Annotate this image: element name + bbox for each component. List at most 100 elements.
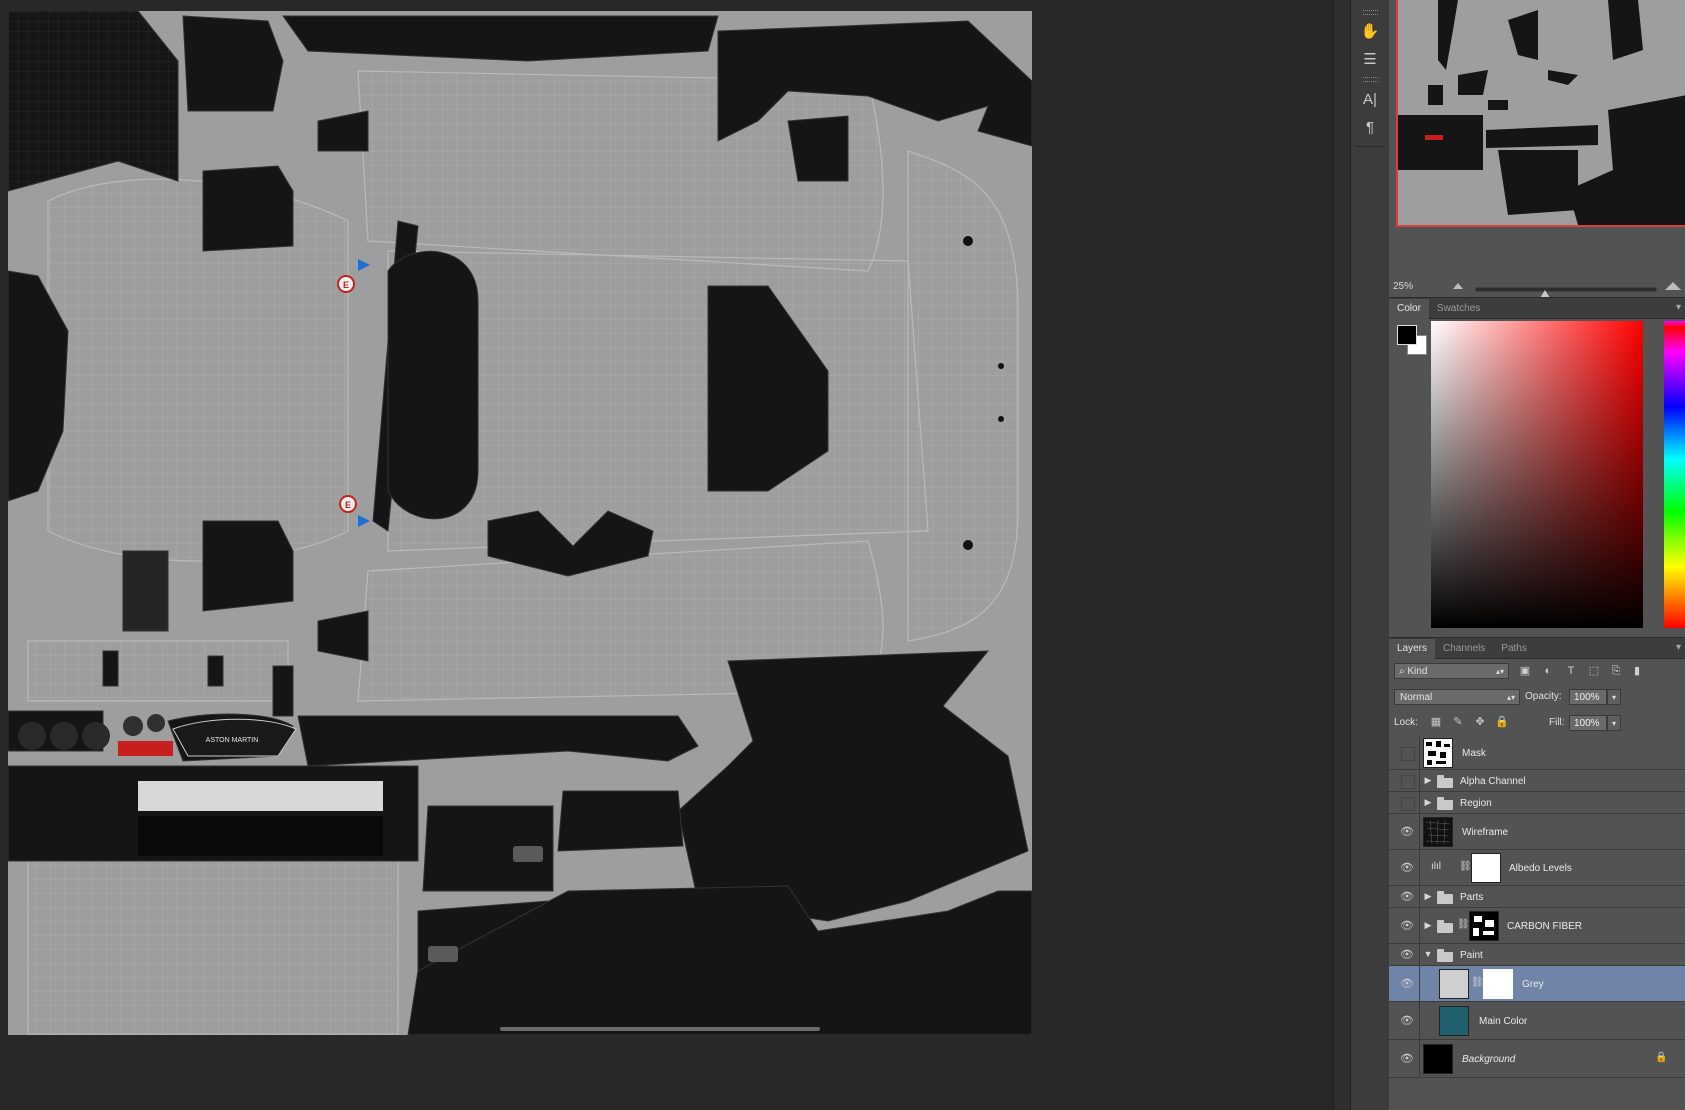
color-panel: Color Swatches ▾ bbox=[1389, 297, 1685, 637]
right-panels: 25% Color Swatches ▾ Layers Channels Paths … bbox=[1389, 0, 1685, 1110]
adjustment-filter-icon[interactable]: ◐ bbox=[1540, 663, 1556, 679]
layer-name: Wireframe bbox=[1462, 827, 1509, 838]
opacity-input[interactable]: 100% bbox=[1569, 689, 1607, 705]
layer-row-wireframe[interactable]: 👁 Wireframe bbox=[1389, 814, 1685, 850]
paragraph-icon[interactable]: ¶ bbox=[1359, 116, 1381, 138]
eye-icon[interactable]: 👁 bbox=[1399, 890, 1415, 904]
link-icon[interactable]: ⛓ bbox=[1471, 977, 1484, 988]
zoom-in-icon[interactable] bbox=[1665, 282, 1681, 290]
filter-toggle-icon[interactable]: ▮ bbox=[1629, 663, 1645, 679]
character-icon[interactable]: A| bbox=[1359, 88, 1381, 110]
layer-name: Main Color bbox=[1479, 1016, 1528, 1027]
levels-adjustment-icon: ılıl bbox=[1431, 861, 1441, 872]
eye-icon[interactable]: 👁 bbox=[1399, 1014, 1415, 1028]
folder-icon bbox=[1437, 797, 1453, 810]
lock-pixels-icon[interactable]: ✎ bbox=[1451, 715, 1465, 729]
layer-name: Mask bbox=[1462, 748, 1486, 759]
layer-thumbnail bbox=[1439, 969, 1469, 999]
layers-panel: Layers Channels Paths ▾ ⌕ Kind ▴▾ ▣ ◐ T ⬚ ⎘… bbox=[1389, 637, 1685, 1110]
link-icon[interactable]: ⛓ bbox=[1459, 861, 1472, 872]
layer-row-background[interactable]: 👁 Background 🔒 bbox=[1389, 1040, 1685, 1078]
layer-row-carbon-fiber[interactable]: 👁 ▶ ⛓ CARBON FIBER bbox=[1389, 908, 1685, 944]
layer-mask-thumbnail bbox=[1483, 969, 1513, 999]
eye-icon[interactable]: 👁 bbox=[1399, 825, 1415, 839]
layer-row-grey[interactable]: 👁 ⛓ Grey bbox=[1389, 966, 1685, 1002]
layer-thumbnail bbox=[1439, 1006, 1469, 1036]
fill-dropdown[interactable]: ▾ bbox=[1607, 715, 1621, 731]
panel-menu-icon[interactable]: ▾ bbox=[1676, 298, 1681, 318]
eye-icon[interactable]: 👁 bbox=[1399, 919, 1415, 933]
link-icon[interactable]: ⛓ bbox=[1457, 919, 1470, 930]
navigator-thumbnail[interactable] bbox=[1396, 0, 1685, 227]
lock-transparent-icon[interactable]: ▦ bbox=[1429, 715, 1443, 729]
visibility-toggle-off[interactable] bbox=[1401, 747, 1415, 761]
canvas-scrollbar[interactable] bbox=[500, 1027, 820, 1031]
zoom-level[interactable]: 25% bbox=[1393, 281, 1413, 292]
lock-row: Lock: ▦ ✎ ✥ 🔒 Fill: 100% ▾ bbox=[1389, 710, 1685, 736]
foreground-color-swatch[interactable] bbox=[1397, 325, 1417, 345]
layer-row-region[interactable]: ▶ Region bbox=[1389, 792, 1685, 814]
layer-row-albedo-levels[interactable]: 👁 ılıl ⛓ Albedo Levels bbox=[1389, 850, 1685, 886]
layer-name: Region bbox=[1460, 798, 1492, 809]
dock-grip[interactable] bbox=[1363, 10, 1378, 15]
expand-arrow-icon[interactable]: ▶ bbox=[1423, 891, 1433, 902]
blend-mode-select[interactable]: Normal ▴▾ bbox=[1394, 689, 1520, 705]
opacity-dropdown[interactable]: ▾ bbox=[1607, 689, 1621, 705]
layer-row-mask[interactable]: Mask bbox=[1389, 736, 1685, 770]
dock-grip[interactable] bbox=[1363, 77, 1378, 82]
layer-row-main-color[interactable]: 👁 Main Color bbox=[1389, 1002, 1685, 1040]
e-badge-bottom: E bbox=[339, 495, 357, 513]
smart-object-filter-icon[interactable]: ⎘ bbox=[1608, 663, 1624, 679]
expand-arrow-icon[interactable]: ▶ bbox=[1423, 797, 1433, 808]
layer-row-paint[interactable]: 👁 ▼ Paint bbox=[1389, 944, 1685, 966]
zoom-out-icon[interactable] bbox=[1453, 283, 1463, 289]
eye-icon[interactable]: 👁 bbox=[1399, 977, 1415, 991]
puppet-icon[interactable]: ✋ bbox=[1359, 20, 1381, 42]
blend-row: Normal ▴▾ Opacity: 100% ▾ bbox=[1389, 684, 1685, 710]
panel-gutter bbox=[1333, 0, 1351, 1110]
eye-icon[interactable]: 👁 bbox=[1399, 861, 1415, 875]
layer-name: Background bbox=[1462, 1054, 1516, 1065]
document-canvas[interactable]: ASTON MARTIN E E bbox=[8, 11, 1032, 1035]
expand-arrow-icon[interactable]: ▶ bbox=[1423, 775, 1433, 786]
tab-channels[interactable]: Channels bbox=[1435, 639, 1493, 659]
svg-text:E: E bbox=[343, 280, 349, 290]
shape-filter-icon[interactable]: ⬚ bbox=[1586, 663, 1602, 679]
tab-color[interactable]: Color bbox=[1389, 299, 1429, 319]
eye-icon[interactable]: 👁 bbox=[1399, 948, 1415, 962]
zoom-slider[interactable] bbox=[1475, 287, 1657, 298]
tab-paths[interactable]: Paths bbox=[1493, 639, 1535, 659]
lock-position-icon[interactable]: ✥ bbox=[1473, 715, 1487, 729]
panel-menu-icon[interactable]: ▾ bbox=[1676, 638, 1681, 658]
layer-name: Alpha Channel bbox=[1460, 776, 1526, 787]
color-panel-tabs: Color Swatches ▾ bbox=[1389, 297, 1685, 319]
layer-filter-row: ⌕ Kind ▴▾ ▣ ◐ T ⬚ ⎘ ▮ bbox=[1389, 658, 1685, 684]
navigator-preview bbox=[1398, 0, 1685, 225]
lock-all-icon[interactable]: 🔒 bbox=[1495, 715, 1509, 729]
document-workspace[interactable]: ASTON MARTIN E E bbox=[0, 0, 1351, 1110]
adjust-icon[interactable]: ☰ bbox=[1359, 48, 1381, 70]
svg-text:E: E bbox=[345, 500, 351, 510]
color-picker-field[interactable] bbox=[1431, 321, 1643, 628]
tab-layers[interactable]: Layers bbox=[1389, 639, 1436, 659]
layer-name: Grey bbox=[1522, 979, 1544, 990]
type-filter-icon[interactable]: T bbox=[1563, 663, 1579, 679]
pixel-filter-icon[interactable]: ▣ bbox=[1517, 663, 1533, 679]
collapse-arrow-icon[interactable]: ▼ bbox=[1423, 949, 1433, 959]
visibility-toggle-off[interactable] bbox=[1401, 775, 1415, 789]
fill-label: Fill: bbox=[1549, 717, 1565, 728]
expand-arrow-icon[interactable]: ▶ bbox=[1423, 920, 1433, 931]
layer-name: Albedo Levels bbox=[1509, 863, 1572, 874]
folder-icon bbox=[1437, 891, 1453, 904]
opacity-label: Opacity: bbox=[1525, 691, 1562, 702]
layer-row-parts[interactable]: 👁 ▶ Parts bbox=[1389, 886, 1685, 908]
layer-row-alpha-channel[interactable]: ▶ Alpha Channel bbox=[1389, 770, 1685, 792]
hue-slider[interactable] bbox=[1664, 321, 1685, 628]
eye-icon[interactable]: 👁 bbox=[1399, 1052, 1415, 1066]
fill-input[interactable]: 100% bbox=[1569, 715, 1607, 731]
tab-swatches[interactable]: Swatches bbox=[1429, 299, 1488, 319]
filter-kind-select[interactable]: ⌕ Kind ▴▾ bbox=[1394, 663, 1509, 679]
lock-icon: 🔒 bbox=[1655, 1052, 1668, 1063]
visibility-toggle-off[interactable] bbox=[1401, 797, 1415, 811]
layer-list: Mask ▶ Alpha Channel ▶ Region 👁 Wirefram… bbox=[1389, 736, 1685, 1110]
